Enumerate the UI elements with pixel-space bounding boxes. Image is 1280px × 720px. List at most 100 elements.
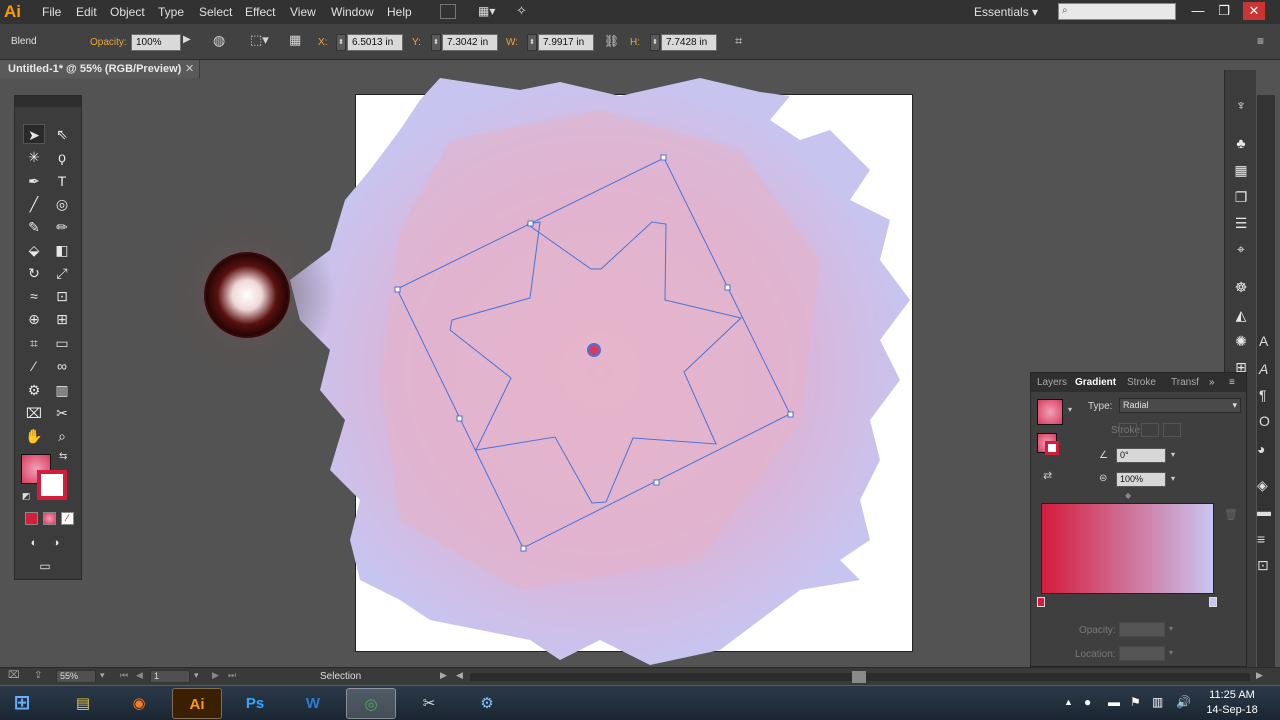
- direct-selection-tool-icon[interactable]: ⇖: [51, 124, 73, 144]
- libraries-icon[interactable]: ❐: [1231, 187, 1251, 207]
- taskbar-photoshop[interactable]: Ps: [230, 688, 280, 719]
- stop-opacity-field[interactable]: [1119, 622, 1165, 637]
- status-share-icon[interactable]: ⇪: [34, 670, 42, 681]
- gradient-panel-icon[interactable]: ▬: [1257, 503, 1271, 519]
- stroke-panel-icon[interactable]: ≡: [1257, 531, 1265, 547]
- gradient-stroke-icon[interactable]: [1045, 441, 1059, 455]
- swap-fill-stroke-icon[interactable]: ⇆: [59, 451, 67, 462]
- gradient-end-stop[interactable]: [1209, 597, 1217, 607]
- aspect-ratio-dropdown-icon[interactable]: ▾: [1171, 474, 1175, 483]
- angle-field[interactable]: 0°: [1116, 448, 1166, 463]
- hand-tool-icon[interactable]: ✋: [23, 426, 45, 446]
- start-button[interactable]: ⊞: [0, 688, 44, 719]
- gradient-thumbnail-dropdown-icon[interactable]: ▾: [1068, 405, 1072, 414]
- taskbar-file-explorer[interactable]: ▤: [58, 688, 108, 719]
- eraser-tool-icon[interactable]: ◧: [51, 240, 73, 260]
- shaper-tool-icon[interactable]: ⬙: [23, 240, 45, 260]
- ellipse-tool-icon[interactable]: ◎: [51, 194, 73, 214]
- previous-artboard-icon[interactable]: ◀: [136, 670, 143, 681]
- taskbar-firefox[interactable]: ◉: [114, 688, 164, 719]
- gradient-tool-icon[interactable]: ▭: [51, 333, 73, 353]
- transform-panel-icon[interactable]: ⌖: [1231, 239, 1251, 259]
- default-fill-stroke-icon[interactable]: ◩: [22, 491, 31, 502]
- color-mode-button[interactable]: [25, 512, 38, 525]
- stroke-swatch[interactable]: [37, 470, 67, 500]
- last-artboard-icon[interactable]: ⏭: [228, 670, 236, 681]
- transparency-icon[interactable]: ◕: [1257, 441, 1265, 457]
- draw-behind-icon[interactable]: ◑: [45, 533, 67, 553]
- draw-normal-icon[interactable]: ◐: [23, 533, 45, 553]
- tab-transform[interactable]: Transf: [1171, 377, 1199, 388]
- free-transform-tool-icon[interactable]: ⊡: [51, 286, 73, 306]
- character-icon[interactable]: A: [1259, 333, 1268, 349]
- tray-hardware-icon[interactable]: ▬: [1108, 695, 1120, 709]
- angle-dropdown-icon[interactable]: ▾: [1171, 450, 1175, 459]
- warp-tool-icon[interactable]: ≈: [23, 286, 45, 306]
- graphic-styles-icon[interactable]: ☸: [1231, 277, 1251, 297]
- line-tool-icon[interactable]: ╱: [23, 194, 45, 214]
- swatches-icon[interactable]: ▦: [1231, 160, 1251, 180]
- zoom-field[interactable]: 55%: [56, 670, 96, 683]
- taskbar-tool-app[interactable]: ⚙: [462, 688, 512, 719]
- first-artboard-icon[interactable]: ⏮: [120, 670, 128, 681]
- column-graph-tool-icon[interactable]: ▥: [51, 380, 73, 400]
- color-guide-icon[interactable]: ✺: [1231, 331, 1251, 351]
- mesh-tool-icon[interactable]: ⌗: [23, 333, 45, 353]
- symbol-sprayer-tool-icon[interactable]: ⚙: [23, 380, 45, 400]
- opentype-icon[interactable]: O: [1259, 413, 1270, 429]
- panel-menu-icon[interactable]: ≡: [1229, 377, 1235, 388]
- zoom-tool-icon[interactable]: ⌕: [51, 426, 73, 446]
- taskbar-word[interactable]: W: [288, 688, 338, 719]
- scroll-right-icon[interactable]: ▶: [1256, 670, 1263, 681]
- taskbar-clock-time[interactable]: 11:25 AM: [1200, 689, 1264, 701]
- type-tool-icon[interactable]: T: [51, 171, 73, 191]
- none-mode-button[interactable]: ⁄: [61, 512, 74, 525]
- taskbar-chrome[interactable]: ◎: [346, 688, 396, 719]
- taskbar-clock-date[interactable]: 14-Sep-18: [1200, 704, 1264, 716]
- aspect-ratio-field[interactable]: 100%: [1116, 472, 1166, 487]
- selection-tool-icon[interactable]: ➤: [23, 124, 45, 144]
- gradient-center-point[interactable]: [587, 343, 601, 357]
- panel-expand-icon[interactable]: »: [1209, 377, 1215, 388]
- pencil-tool-icon[interactable]: ✏: [51, 217, 73, 237]
- zoom-dropdown-icon[interactable]: ▾: [100, 670, 105, 681]
- delete-stop-icon[interactable]: 🗑: [1224, 508, 1238, 521]
- stop-opacity-dropdown-icon[interactable]: ▾: [1169, 624, 1173, 633]
- pen-tool-icon[interactable]: ✒: [23, 171, 45, 191]
- align-icon[interactable]: ☰: [1231, 213, 1251, 233]
- gradient-slider-preview[interactable]: [1041, 503, 1214, 594]
- gradient-mode-button[interactable]: [43, 512, 56, 525]
- network-icon[interactable]: ▥: [1152, 695, 1163, 709]
- tab-stroke[interactable]: Stroke: [1127, 377, 1156, 388]
- magic-wand-tool-icon[interactable]: ✳: [23, 147, 45, 167]
- artboard-dropdown-icon[interactable]: ▾: [194, 670, 199, 681]
- brushes-icon[interactable]: ♆: [1231, 95, 1251, 115]
- volume-icon[interactable]: 🔊: [1176, 695, 1191, 709]
- artboard-number-field[interactable]: 1: [150, 670, 190, 683]
- paragraph-icon[interactable]: ¶: [1259, 387, 1267, 403]
- show-hidden-icons[interactable]: ▲: [1064, 697, 1073, 707]
- next-artboard-icon[interactable]: ▶: [212, 670, 219, 681]
- screen-mode-icon[interactable]: ▭: [34, 556, 56, 576]
- status-sync-icon[interactable]: ⌧: [8, 670, 20, 681]
- status-menu-arrow-icon[interactable]: ▶: [440, 670, 447, 681]
- character-styles-icon[interactable]: A: [1259, 361, 1268, 377]
- tools-panel-header[interactable]: [15, 96, 81, 107]
- tray-app-icon[interactable]: ●: [1084, 695, 1091, 709]
- gradient-thumbnail[interactable]: [1037, 399, 1063, 425]
- layers-panel-icon[interactable]: ◈: [1257, 477, 1268, 494]
- slice-tool-icon[interactable]: ✂: [51, 403, 73, 423]
- type-select[interactable]: Radial ▾: [1119, 398, 1241, 413]
- taskbar-snipping-tool[interactable]: ✂: [404, 688, 454, 719]
- midpoint-diamond-icon[interactable]: ◆: [1125, 491, 1131, 500]
- taskbar-illustrator[interactable]: Ai: [172, 688, 222, 719]
- tab-gradient[interactable]: Gradient: [1075, 377, 1116, 388]
- lasso-tool-icon[interactable]: ϙ: [51, 147, 73, 167]
- blend-tool-icon[interactable]: ∞: [51, 356, 73, 376]
- scale-tool-icon[interactable]: ⤢: [51, 263, 73, 283]
- rotate-tool-icon[interactable]: ↻: [23, 263, 45, 283]
- gradient-start-stop[interactable]: [1037, 597, 1045, 607]
- shape-builder-tool-icon[interactable]: ⊕: [23, 309, 45, 329]
- symbols-icon[interactable]: ♣: [1231, 133, 1251, 153]
- eyedropper-tool-icon[interactable]: ⁄: [23, 356, 45, 376]
